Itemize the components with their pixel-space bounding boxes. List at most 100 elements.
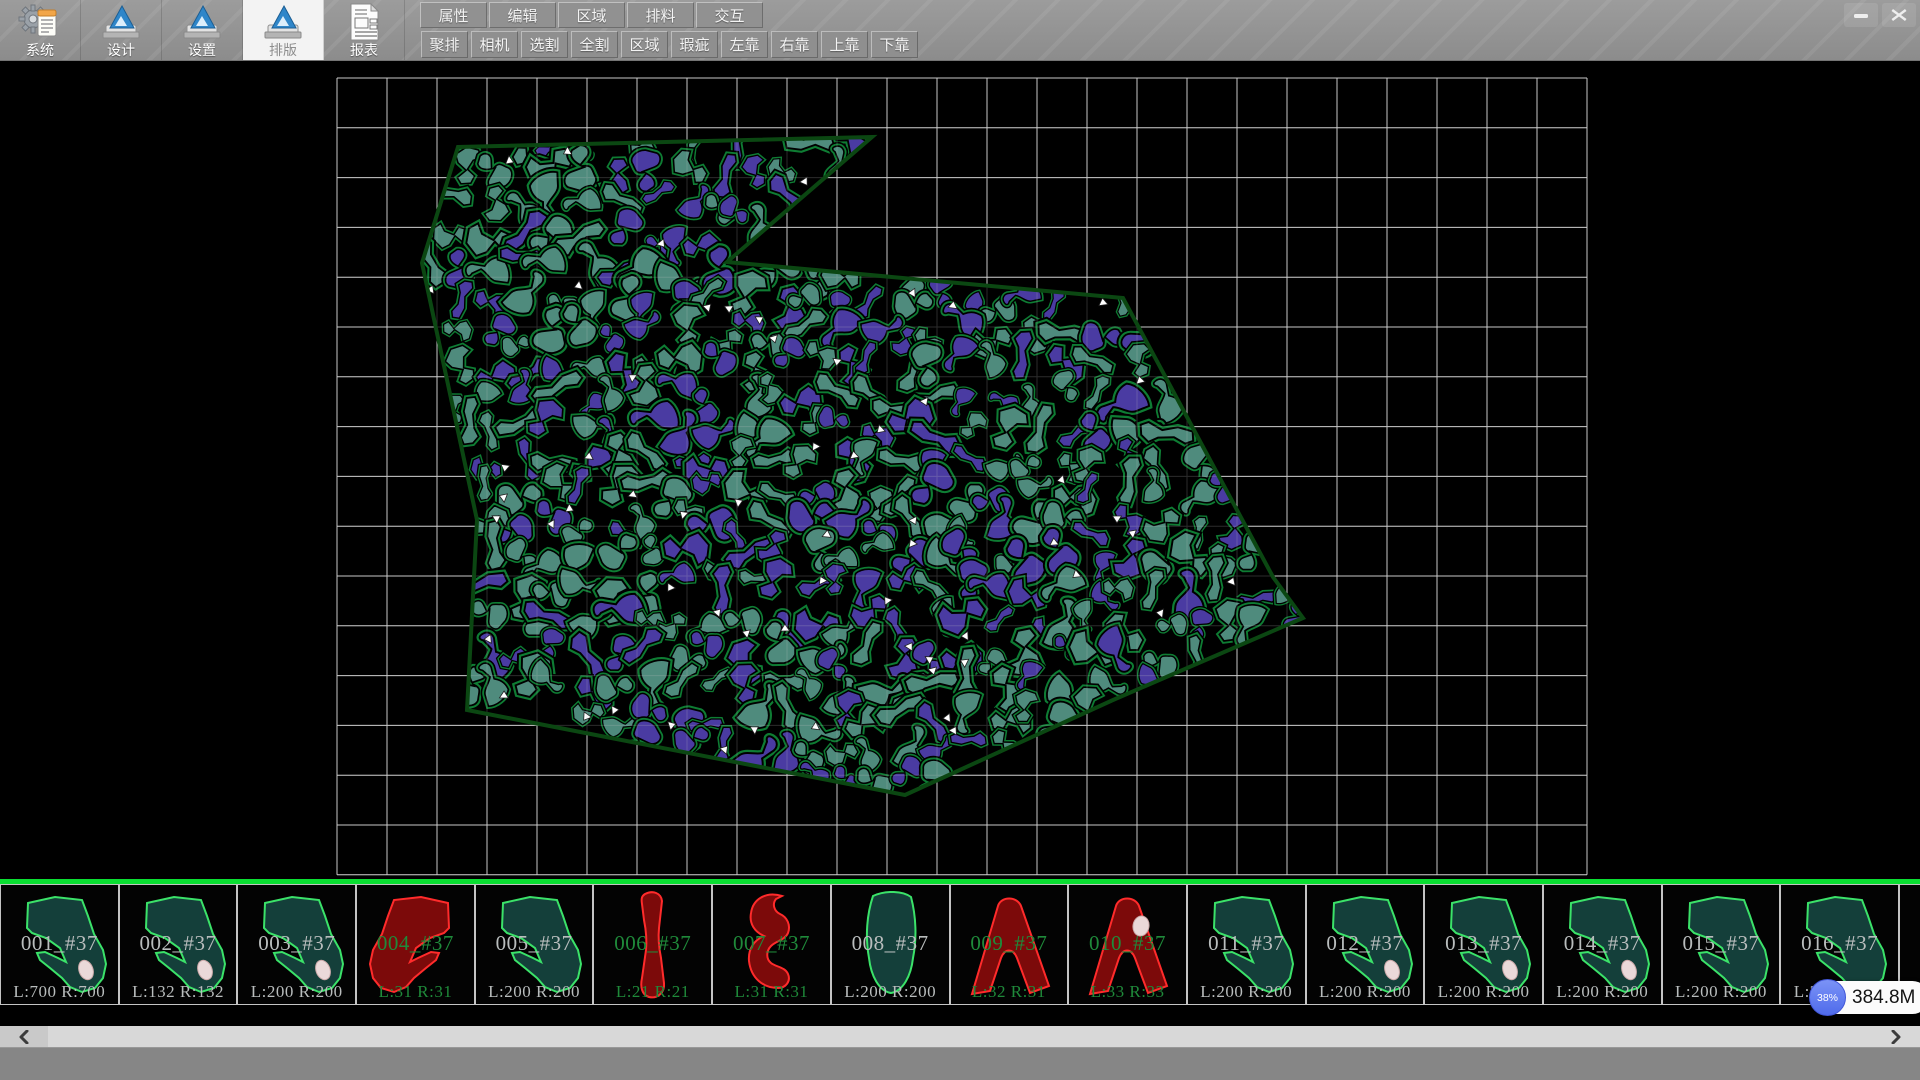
piece-id-label: 001_#37 [1, 931, 118, 956]
set-square-icon [100, 3, 142, 41]
thumbnail-cell-7[interactable]: 007_#37 L:31 R:31 [712, 884, 831, 1005]
chevron-left-icon [18, 1030, 30, 1044]
status-bar [0, 1047, 1920, 1080]
piece-id-label: 003_#37 [238, 931, 355, 956]
app-mode-label: 系统 [26, 42, 54, 58]
app-mode-button-2[interactable]: 设计 [81, 0, 162, 60]
piece-lr-label: L:200 R:200 [1307, 982, 1424, 1002]
report-doc-icon [344, 2, 384, 42]
piece-lr-label: L:21 R:21 [594, 982, 711, 1002]
thumbnail-cell-10[interactable]: 010_#37 L:33 R:33 [1068, 884, 1187, 1005]
tool-button-3[interactable]: 选割 [521, 31, 568, 58]
thumbnail-cell-9[interactable]: 009_#37 L:32 R:31 [950, 884, 1069, 1005]
thumbnail-cell-15[interactable]: 015_#37 L:200 R:200 [1662, 884, 1781, 1005]
thumbnail-cell-8[interactable]: 008_#37 L:200 R:200 [831, 884, 950, 1005]
piece-list: 001_#37 L:700 R:700 002_#37 L:132 R:132 … [0, 884, 1920, 1005]
thumbnail-cell-2[interactable]: 002_#37 L:132 R:132 [119, 884, 238, 1005]
main-toolbar: 系统 设计 设置 排版 报表 属性编辑区域排料交互 聚 [0, 0, 1920, 61]
piece-id-label: 014_#37 [1544, 931, 1661, 956]
tool-button-10[interactable]: 下靠 [871, 31, 918, 58]
window-controls [1844, 3, 1916, 27]
tool-button-9[interactable]: 上靠 [821, 31, 868, 58]
set-square-icon [262, 3, 304, 41]
piece-lr-label: L:200 R:200 [832, 982, 949, 1002]
menu-tab-5[interactable]: 交互 [696, 2, 763, 28]
app-mode-bar: 系统 设计 设置 排版 报表 [0, 0, 405, 60]
app-mode-label: 设计 [107, 42, 135, 58]
menu-tab-3[interactable]: 区域 [558, 2, 625, 28]
thumbnail-cell-1[interactable]: 001_#37 L:700 R:700 [0, 884, 119, 1005]
piece-id-label: 011_#37 [1188, 931, 1305, 956]
scroll-left-button[interactable] [0, 1026, 48, 1047]
piece-lr-label: L:31 R:31 [713, 982, 830, 1002]
piece-lr-label: L:33 R:33 [1069, 982, 1186, 1002]
tool-button-2[interactable]: 相机 [471, 31, 518, 58]
piece-id-label: 009_#37 [951, 931, 1068, 956]
piece-id-label: 012_#37 [1307, 931, 1424, 956]
menu-tab-1[interactable]: 属性 [420, 2, 487, 28]
app-mode-button-4[interactable]: 排版 [243, 0, 324, 60]
piece-id-label: 008_#37 [832, 931, 949, 956]
tool-button-1[interactable]: 聚排 [421, 31, 468, 58]
piece-lr-label: L:132 R:132 [120, 982, 237, 1002]
piece-id-label: 010_#37 [1069, 931, 1186, 956]
memory-percent-indicator: 38% [1809, 979, 1846, 1016]
thumbnail-cell-14[interactable]: 014_#37 L:200 R:200 [1543, 884, 1662, 1005]
tool-button-7[interactable]: 左靠 [721, 31, 768, 58]
set-square-icon [181, 3, 223, 41]
thumbnail-cell-6[interactable]: 006_#37 L:21 R:21 [593, 884, 712, 1005]
piece-lr-label: L:700 R:700 [1, 982, 118, 1002]
piece-id-label: 017_#37 [1900, 931, 1920, 956]
memory-size-value: 384.8M [1852, 987, 1915, 1009]
piece-id-label: 016_#37 [1781, 931, 1898, 956]
menu-tab-bar: 属性编辑区域排料交互 [420, 2, 763, 28]
horizontal-scrollbar[interactable] [0, 1026, 1920, 1047]
memory-usage-badge: 38% 384.8M [1810, 981, 1920, 1014]
nesting-canvas-viewport[interactable] [0, 60, 1920, 879]
piece-lr-label: L:31 R:31 [357, 982, 474, 1002]
piece-lr-label: L:200 R:200 [476, 982, 593, 1002]
piece-id-label: 013_#37 [1425, 931, 1542, 956]
close-button[interactable] [1882, 3, 1916, 27]
thumbnail-cell-11[interactable]: 011_#37 L:200 R:200 [1187, 884, 1306, 1005]
piece-id-label: 015_#37 [1663, 931, 1780, 956]
thumbnail-cell-4[interactable]: 004_#37 L:31 R:31 [356, 884, 475, 1005]
thumbnail-cell-12[interactable]: 012_#37 L:200 R:200 [1306, 884, 1425, 1005]
menu-tab-4[interactable]: 排料 [627, 2, 694, 28]
app-mode-label: 设置 [188, 42, 216, 58]
tool-button-6[interactable]: 瑕疵 [671, 31, 718, 58]
app-mode-label: 排版 [269, 42, 297, 58]
piece-id-label: 004_#37 [357, 931, 474, 956]
thumbnail-cell-13[interactable]: 013_#37 L:200 R:200 [1424, 884, 1543, 1005]
piece-id-label: 002_#37 [120, 931, 237, 956]
tool-button-5[interactable]: 区域 [621, 31, 668, 58]
tool-button-8[interactable]: 右靠 [771, 31, 818, 58]
nesting-canvas [0, 60, 1920, 879]
tool-button-bar: 聚排相机选割全割区域瑕疵左靠右靠上靠下靠 [421, 31, 918, 58]
piece-lr-label: L:32 R:31 [951, 982, 1068, 1002]
close-icon [1891, 8, 1907, 22]
piece-lr-label: L:200 R:200 [1188, 982, 1305, 1002]
piece-lr-label: L:200 R:200 [1544, 982, 1661, 1002]
minimize-button[interactable] [1844, 3, 1878, 27]
thumbnail-cell-5[interactable]: 005_#37 L:200 R:200 [475, 884, 594, 1005]
app-mode-label: 报表 [350, 42, 378, 58]
menu-tab-2[interactable]: 编辑 [489, 2, 556, 28]
piece-thumbnail-strip: 001_#37 L:700 R:700 002_#37 L:132 R:132 … [0, 879, 1920, 1026]
piece-lr-label: L:200 R:200 [1663, 982, 1780, 1002]
piece-id-label: 006_#37 [594, 931, 711, 956]
app-mode-button-1[interactable]: 系统 [0, 0, 81, 60]
piece-id-label: 007_#37 [713, 931, 830, 956]
memory-percent-value: 38% [1817, 992, 1838, 1004]
app-mode-button-3[interactable]: 设置 [162, 0, 243, 60]
chevron-right-icon [1890, 1030, 1902, 1044]
tool-button-4[interactable]: 全割 [571, 31, 618, 58]
thumbnail-cell-3[interactable]: 003_#37 L:200 R:200 [237, 884, 356, 1005]
app-mode-button-5[interactable]: 报表 [324, 0, 405, 60]
minimize-icon [1853, 8, 1869, 22]
piece-id-label: 005_#37 [476, 931, 593, 956]
piece-lr-label: L:200 R:200 [238, 982, 355, 1002]
scroll-right-button[interactable] [1872, 1026, 1920, 1047]
gear-system-icon [18, 3, 62, 41]
piece-lr-label: L:200 R:200 [1425, 982, 1542, 1002]
